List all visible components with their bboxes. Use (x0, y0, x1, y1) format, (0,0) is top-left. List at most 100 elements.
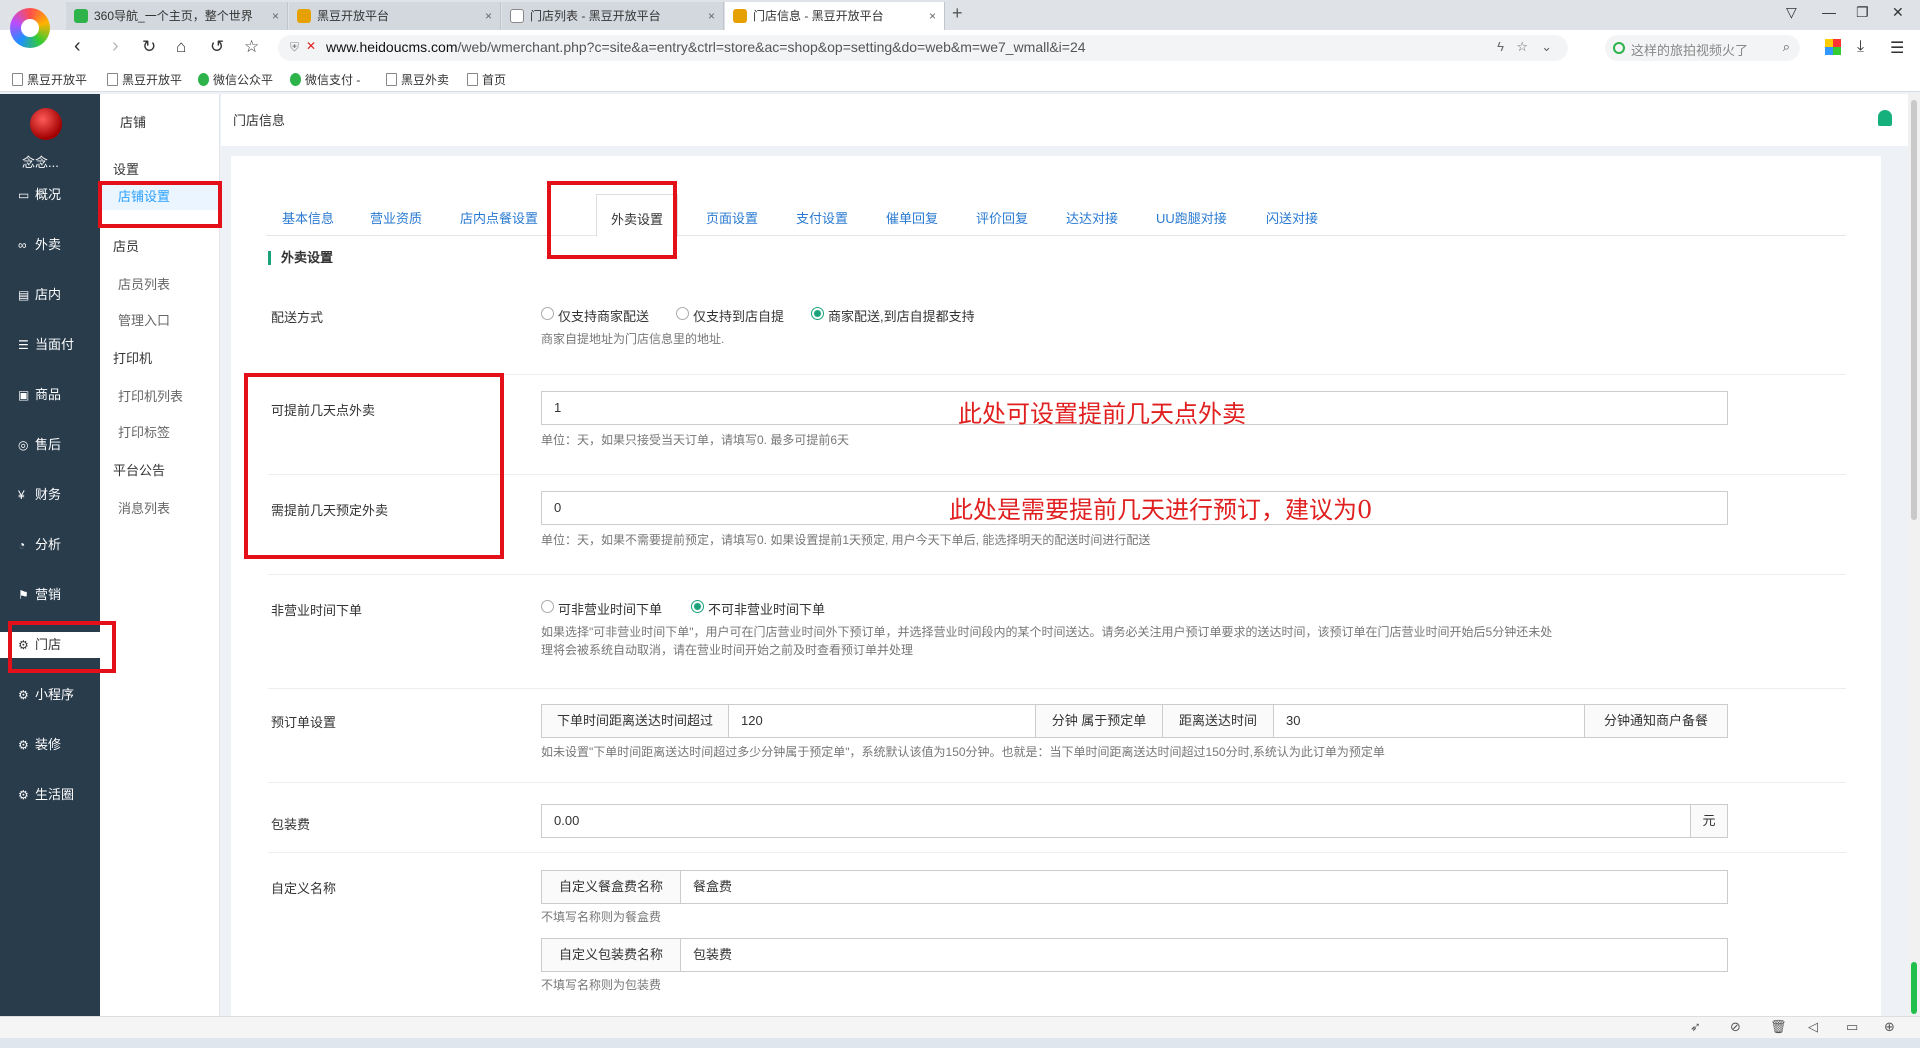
forward-icon[interactable]: › (112, 35, 119, 58)
radio-allow-off-hours[interactable]: 可非营业时间下单 (541, 599, 662, 618)
chevron-down-icon[interactable]: ⌄ (1541, 39, 1552, 55)
url-text[interactable]: www.heidoucms.com/web/wmerchant.php?c=si… (326, 39, 1086, 55)
nav-item-goods[interactable]: ▣ 商品 (0, 382, 100, 408)
undo-close-icon[interactable]: ↺ (210, 37, 224, 57)
rocket-icon[interactable]: ➶ (1690, 1019, 1701, 1035)
home-icon[interactable]: ⌂ (176, 37, 186, 57)
browser-tab-active[interactable]: 门店信息 - 黑豆开放平台 × (725, 2, 945, 30)
bell-icon[interactable] (1878, 110, 1892, 126)
close-icon[interactable]: × (485, 2, 492, 30)
bookmark-star-icon[interactable]: ☆ (244, 37, 259, 57)
close-icon[interactable]: × (708, 2, 715, 30)
tab-page-settings[interactable]: 页面设置 (706, 208, 758, 227)
nav-item-store[interactable]: ⚙ 门店 (0, 632, 100, 658)
radio-merchant-delivery[interactable]: 仅支持商家配送 (541, 306, 649, 325)
avatar[interactable] (30, 108, 62, 140)
radio-disallow-off-hours[interactable]: 不可非营业时间下单 (691, 599, 825, 618)
radio-self-pickup[interactable]: 仅支持到店自提 (676, 306, 784, 325)
notify-minutes-input[interactable]: 30 (1273, 704, 1585, 738)
browser-tab[interactable]: 360导航_一个主页，整个世界 × (66, 2, 288, 30)
nav-item-overview[interactable]: ▭ 概况 (0, 182, 100, 208)
tab-dine-in-settings[interactable]: 店内点餐设置 (460, 208, 538, 227)
nav-item-face-pay[interactable]: ☰ 当面付 (0, 332, 100, 358)
nav-item-analysis[interactable]: ◔ 分析 (0, 532, 100, 558)
tab-uu-errand[interactable]: UU跑腿对接 (1156, 208, 1227, 227)
tab-takeout-settings[interactable]: 外卖设置 (596, 194, 679, 237)
close-icon[interactable]: × (929, 2, 936, 30)
close-icon[interactable]: × (272, 2, 279, 30)
shield-icon: ⛨ (290, 40, 300, 54)
nav-item-takeout[interactable]: ∞ 外卖 (0, 232, 100, 258)
skin-icon[interactable]: ▽ (1786, 4, 1797, 21)
insecure-icon: ✕ (306, 39, 317, 53)
tab-qualification[interactable]: 营业资质 (370, 208, 422, 227)
preorder-prefix: 下单时间距离送达时间超过 (541, 704, 729, 738)
tab-basic-info[interactable]: 基本信息 (282, 208, 334, 227)
trash-icon[interactable]: 🗑 (1770, 1019, 1787, 1035)
bookmark-item[interactable]: 黑豆外卖 (386, 71, 449, 88)
packing-fee-input[interactable]: 0.00 (541, 804, 1691, 838)
window-icon[interactable]: ▭ (1846, 1019, 1858, 1035)
search-icon[interactable]: ⌕ (1783, 39, 1790, 55)
divider (268, 688, 1846, 689)
new-tab-button[interactable]: + (952, 3, 963, 24)
bookmark-item[interactable]: 首页 (467, 71, 506, 88)
bookmark-item[interactable]: 黑豆开放平 (12, 71, 87, 88)
tab-review-reply[interactable]: 评价回复 (976, 208, 1028, 227)
sub-item-admin-entry[interactable]: 管理入口 (118, 310, 170, 329)
browser-tab[interactable]: 黑豆开放平台 × (289, 2, 501, 30)
radio-both[interactable]: 商家配送,到店自提都支持 (811, 306, 975, 325)
back-icon[interactable]: ‹ (74, 35, 81, 58)
zoom-icon[interactable]: ⊕ (1884, 1019, 1895, 1035)
tab-shansong[interactable]: 闪送对接 (1266, 208, 1318, 227)
speedup-icon[interactable]: ⊘ (1730, 1019, 1741, 1035)
tab-reminder-reply[interactable]: 催单回复 (886, 208, 938, 227)
download-icon[interactable]: ⤓ (1857, 38, 1864, 56)
scrollbar-thumb[interactable] (1911, 100, 1917, 520)
help-text: 单位：天，如果只接受当天订单，请填写0. 最多可提前6天 (541, 433, 850, 447)
address-bar[interactable]: ⛨ ✕ www.heidoucms.com/web/wmerchant.php?… (278, 35, 1568, 61)
box-fee-name-input[interactable]: 餐盒费 (680, 870, 1728, 904)
browser-tab[interactable]: 门店列表 - 黑豆开放平台 × (502, 2, 724, 30)
lightning-icon[interactable]: ϟ (1497, 39, 1504, 54)
divider (268, 782, 1846, 783)
sub-item-staff-list[interactable]: 店员列表 (118, 274, 170, 293)
gear-icon: ⚙ (18, 788, 29, 802)
marketing-icon: ⚑ (18, 588, 29, 602)
close-window-icon[interactable]: ✕ (1892, 4, 1904, 21)
nav-item-marketing[interactable]: ⚑ 营销 (0, 582, 100, 608)
apps-icon[interactable] (1825, 39, 1841, 55)
search-input[interactable]: 这样的旅拍视频火了 ⌕ (1605, 35, 1800, 61)
browser-logo-icon[interactable] (10, 8, 50, 48)
tab-dada[interactable]: 达达对接 (1066, 208, 1118, 227)
sub-item-printer-list[interactable]: 打印机列表 (118, 386, 183, 405)
preorder-minutes-input[interactable]: 120 (728, 704, 1036, 738)
minimize-icon[interactable]: — (1822, 4, 1836, 20)
help-text: 理将会被系统自动取消，请在营业时间开始之前及时查看预订单并处理 (541, 643, 914, 657)
bookmark-item[interactable]: 黑豆开放平 (107, 71, 182, 88)
bookmark-item[interactable]: 微信支付 - (290, 71, 360, 88)
bookmark-item[interactable]: 微信公众平 (198, 71, 273, 88)
favorite-star-icon[interactable]: ☆ (1516, 39, 1528, 55)
sub-item-store-settings[interactable]: 店铺设置 (100, 184, 219, 210)
volume-icon[interactable]: ◁ (1808, 1019, 1818, 1035)
restore-icon[interactable]: ❐ (1856, 4, 1869, 21)
sub-group-heading: 设置 (113, 162, 140, 177)
nav-item-finance[interactable]: ¥ 财务 (0, 482, 100, 508)
menu-icon[interactable]: ☰ (1890, 38, 1904, 58)
field-label: 可提前几天点外卖 (271, 403, 376, 418)
nav-item-mini-program[interactable]: ⚙ 小程序 (0, 682, 100, 708)
nav-item-dine-in[interactable]: ▤ 店内 (0, 282, 100, 308)
nav-item-life-circle[interactable]: ⚙ 生活圈 (0, 782, 100, 808)
field-label: 配送方式 (271, 310, 324, 325)
nav-item-after-sales[interactable]: ◎ 售后 (0, 432, 100, 458)
sub-item-message-list[interactable]: 消息列表 (118, 498, 170, 517)
refresh-icon[interactable]: ↻ (142, 37, 156, 57)
annotation-text: 此处是需要提前几天进行预订，建议为0 (949, 496, 1373, 524)
nav-item-decoration[interactable]: ⚙ 装修 (0, 732, 100, 758)
tab-payment-settings[interactable]: 支付设置 (796, 208, 848, 227)
pack-fee-name-input[interactable]: 包装费 (680, 938, 1728, 972)
sub-item-print-labels[interactable]: 打印标签 (118, 422, 170, 441)
box-fee-name-prefix: 自定义餐盒费名称 (541, 870, 681, 904)
page-icon (386, 73, 397, 86)
